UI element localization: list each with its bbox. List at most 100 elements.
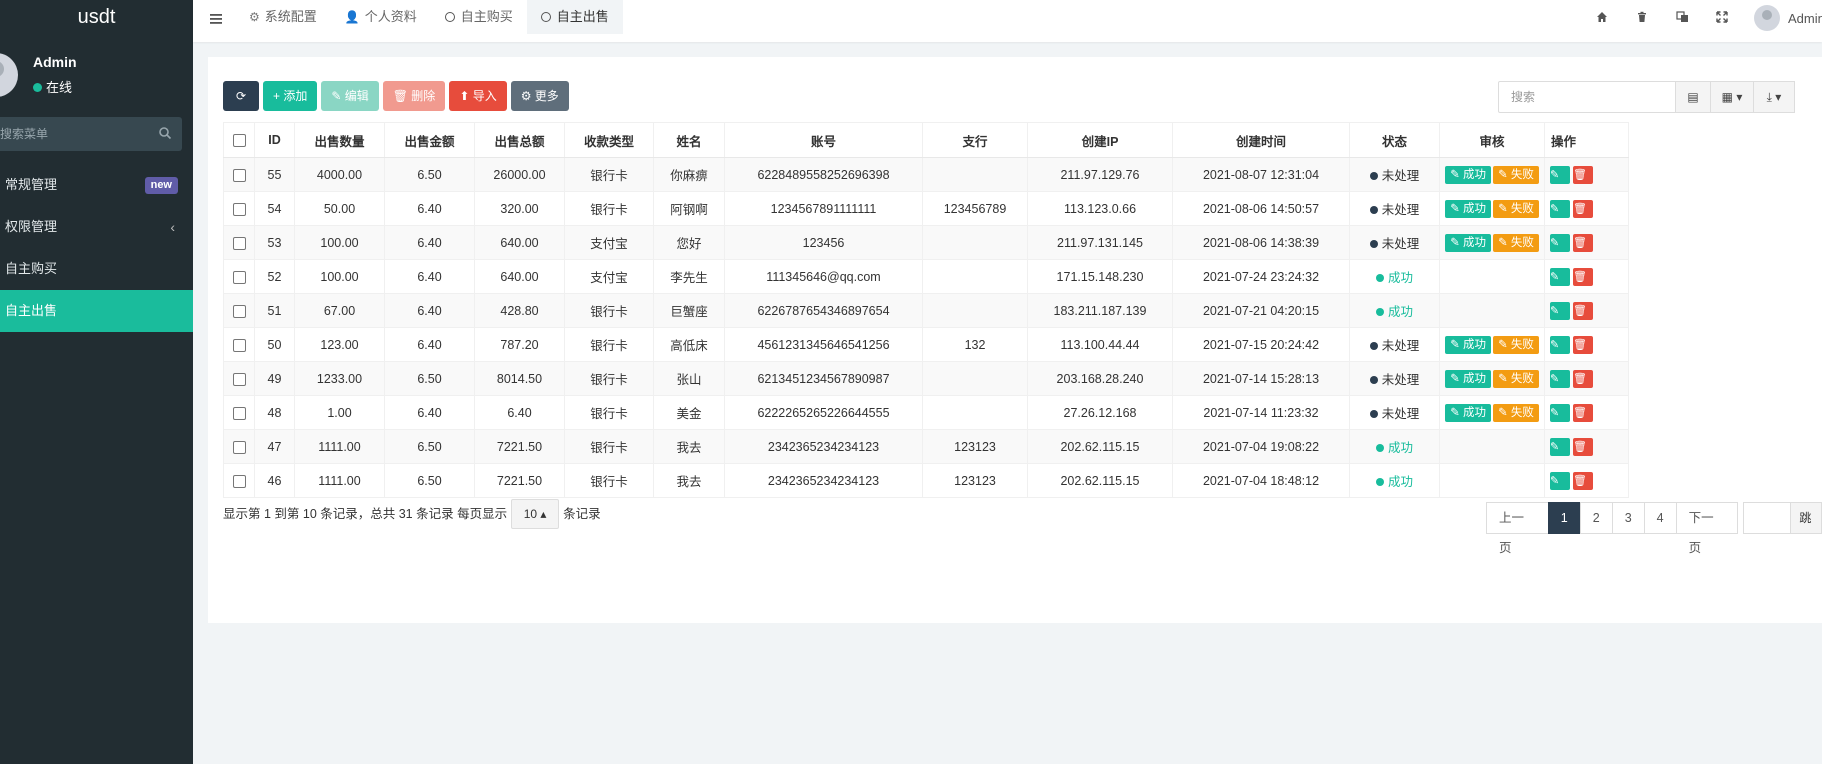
prev-page-button[interactable]: 上一页 <box>1486 502 1549 555</box>
row-checkbox[interactable] <box>232 338 246 352</box>
column-header[interactable]: 状态 <box>1349 122 1440 158</box>
table-row[interactable]: 54 50.00 6.40 320.00 银行卡 阿钢啊 1234567891111111 1… <box>223 191 1629 226</box>
row-checkbox[interactable] <box>232 236 246 250</box>
table-search-input[interactable] <box>1498 81 1682 113</box>
table-row[interactable]: 50 123.00 6.40 787.20 银行卡 高低床 4561231345646541… <box>223 327 1629 362</box>
audit-success-button[interactable]: ✎ 成功 <box>1445 233 1491 252</box>
edit-icon[interactable]: ✎ <box>1550 301 1570 320</box>
menu-toggle-icon[interactable] <box>209 12 223 26</box>
table-row[interactable]: 53 100.00 6.40 640.00 支付宝 您好 123456 211.97.131.… <box>223 225 1629 260</box>
tab-self-buy[interactable]: 自主购买 <box>431 0 527 34</box>
edit-icon[interactable]: ✎ <box>1550 233 1570 252</box>
delete-icon[interactable]: 🗑 <box>1573 301 1593 320</box>
language-icon[interactable] <box>1662 10 1702 26</box>
page-button-3[interactable]: 3 <box>1611 502 1645 534</box>
refresh-button[interactable]: ⟳ <box>223 81 259 111</box>
column-header[interactable]: 操作 <box>1544 122 1629 158</box>
row-checkbox[interactable] <box>232 406 246 420</box>
audit-success-button[interactable]: ✎ 成功 <box>1445 369 1491 388</box>
edit-icon[interactable]: ✎ <box>1550 437 1570 456</box>
tab-profile[interactable]: 👤 个人资料 <box>331 0 431 34</box>
sidebar-item-general[interactable]: 常规管理 new <box>0 164 193 206</box>
view-toggle-button[interactable]: ▤ <box>1675 81 1711 113</box>
table-row[interactable]: 49 1233.00 6.50 8014.50 银行卡 张山 621345123456789… <box>223 361 1629 396</box>
column-header[interactable]: ID <box>254 122 295 158</box>
row-checkbox[interactable] <box>232 440 246 454</box>
sidebar-item-self-buy[interactable]: 自主购买 <box>0 248 193 290</box>
columns-button[interactable]: ▦ ▾ <box>1710 81 1754 113</box>
row-checkbox[interactable] <box>232 202 246 216</box>
row-checkbox[interactable] <box>232 372 246 386</box>
audit-success-button[interactable]: ✎ 成功 <box>1445 165 1491 184</box>
table-row[interactable]: 52 100.00 6.40 640.00 支付宝 李先生 111345646@qq.com… <box>223 259 1629 294</box>
edit-icon[interactable]: ✎ <box>1550 471 1570 490</box>
fullscreen-icon[interactable] <box>1702 10 1742 26</box>
export-button[interactable]: ⤓ ▾ <box>1753 81 1795 113</box>
column-header[interactable]: 创建时间 <box>1172 122 1350 158</box>
app-logo[interactable]: usdt <box>0 0 193 36</box>
top-user-name[interactable]: Admin <box>1788 11 1822 26</box>
audit-fail-button[interactable]: ✎ 失败 <box>1493 403 1539 422</box>
table-row[interactable]: 48 1.00 6.40 6.40 银行卡 美金 6222265265226644555 27… <box>223 395 1629 430</box>
page-button-2[interactable]: 2 <box>1579 502 1613 534</box>
column-header[interactable]: 账号 <box>724 122 923 158</box>
delete-icon[interactable]: 🗑 <box>1573 267 1593 286</box>
edit-icon[interactable]: ✎ <box>1550 165 1570 184</box>
more-button[interactable]: ⚙ 更多 <box>510 81 569 111</box>
sidebar-item-self-sell[interactable]: 自主出售 <box>0 290 193 332</box>
edit-icon[interactable]: ✎ <box>1550 199 1570 218</box>
page-button-1[interactable]: 1 <box>1547 502 1581 534</box>
select-all-checkbox[interactable] <box>232 134 246 148</box>
delete-icon[interactable]: 🗑 <box>1573 165 1593 184</box>
audit-fail-button[interactable]: ✎ 失败 <box>1493 165 1539 184</box>
delete-icon[interactable]: 🗑 <box>1573 199 1593 218</box>
column-header[interactable]: 姓名 <box>653 122 725 158</box>
home-icon[interactable] <box>1582 11 1622 26</box>
audit-fail-button[interactable]: ✎ 失败 <box>1493 335 1539 354</box>
table-row[interactable]: 47 1111.00 6.50 7221.50 银行卡 我去 234236523423412… <box>223 429 1629 464</box>
edit-icon[interactable]: ✎ <box>1550 335 1570 354</box>
audit-fail-button[interactable]: ✎ 失败 <box>1493 369 1539 388</box>
column-header[interactable]: 收款类型 <box>564 122 654 158</box>
search-icon[interactable] <box>158 126 172 140</box>
audit-success-button[interactable]: ✎ 成功 <box>1445 335 1491 354</box>
delete-icon[interactable]: 🗑 <box>1573 369 1593 388</box>
avatar[interactable] <box>1754 5 1780 31</box>
row-checkbox[interactable] <box>232 474 246 488</box>
table-row[interactable]: 51 67.00 6.40 428.80 银行卡 巨蟹座 62267876543468976… <box>223 293 1629 328</box>
import-button[interactable]: ⬆ 导入 <box>449 81 507 111</box>
delete-button[interactable]: 🗑 删除 <box>382 81 446 111</box>
page-button-4[interactable]: 4 <box>1643 502 1677 534</box>
tab-self-sell[interactable]: 自主出售 <box>526 0 623 34</box>
audit-success-button[interactable]: ✎ 成功 <box>1445 403 1491 422</box>
delete-icon[interactable]: 🗑 <box>1573 233 1593 252</box>
page-jump-input[interactable] <box>1743 502 1792 534</box>
row-checkbox[interactable] <box>232 270 246 284</box>
audit-success-button[interactable]: ✎ 成功 <box>1445 199 1491 218</box>
audit-fail-button[interactable]: ✎ 失败 <box>1493 233 1539 252</box>
trash-icon[interactable] <box>1622 11 1662 26</box>
edit-icon[interactable]: ✎ <box>1550 403 1570 422</box>
row-checkbox[interactable] <box>232 168 246 182</box>
column-header[interactable]: 支行 <box>922 122 1028 158</box>
page-size-select[interactable]: 10 ▴ <box>511 499 560 529</box>
edit-icon[interactable]: ✎ <box>1550 267 1570 286</box>
column-header[interactable]: 出售数量 <box>294 122 385 158</box>
column-header[interactable]: 审核 <box>1439 122 1545 158</box>
column-header[interactable]: 出售总额 <box>474 122 565 158</box>
delete-icon[interactable]: 🗑 <box>1573 437 1593 456</box>
delete-icon[interactable]: 🗑 <box>1573 335 1593 354</box>
table-row[interactable]: 55 4000.00 6.50 26000.00 银行卡 你麻痹 6228489558252… <box>223 157 1629 192</box>
page-jump-button[interactable]: 跳转 <box>1790 502 1822 534</box>
delete-icon[interactable]: 🗑 <box>1573 403 1593 422</box>
audit-fail-button[interactable]: ✎ 失败 <box>1493 199 1539 218</box>
tab-system-config[interactable]: ⚙ 系统配置 <box>235 0 331 34</box>
edit-button[interactable]: ✎ 编辑 <box>321 81 379 111</box>
column-header[interactable]: 创建IP <box>1027 122 1173 158</box>
sidebar-search-input[interactable] <box>0 117 150 151</box>
next-page-button[interactable]: 下一页 <box>1675 502 1739 555</box>
edit-icon[interactable]: ✎ <box>1550 369 1570 388</box>
delete-icon[interactable]: 🗑 <box>1573 471 1593 490</box>
column-header[interactable]: 出售金额 <box>384 122 475 158</box>
row-checkbox[interactable] <box>232 304 246 318</box>
